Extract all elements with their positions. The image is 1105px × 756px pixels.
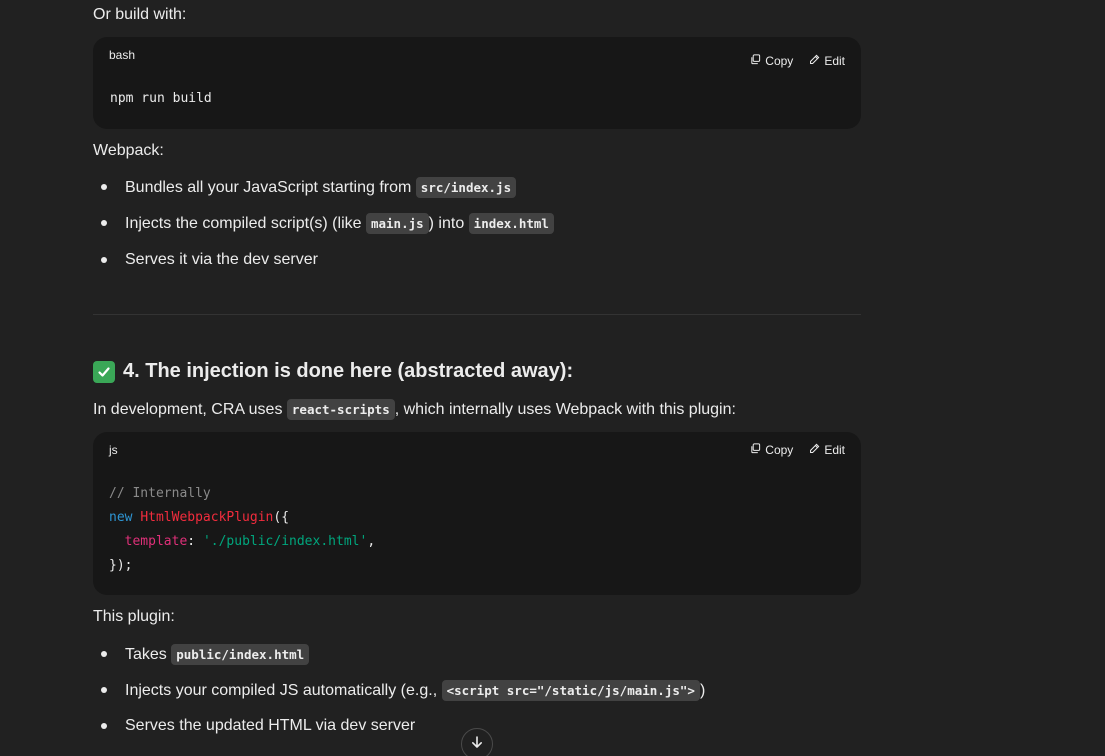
code-actions: Copy Edit xyxy=(750,54,845,68)
code-body: // Internally new HtmlWebpackPlugin({ te… xyxy=(109,482,375,578)
intro-text: In development, CRA uses xyxy=(93,401,287,418)
list-item-text: ) xyxy=(699,682,706,699)
edit-button[interactable]: Edit xyxy=(809,54,845,68)
list-item-text: Serves the updated HTML via dev server xyxy=(125,717,416,734)
list-item: Injects your compiled JS automatically (… xyxy=(125,680,705,701)
list-item-text: Bundles all your JavaScript starting fro… xyxy=(125,179,416,196)
inline-code: <script src="/static/js/main.js"> xyxy=(441,680,700,701)
scroll-to-bottom-button[interactable] xyxy=(461,728,493,756)
bullet xyxy=(101,220,107,226)
copy-label: Copy xyxy=(765,443,794,457)
js-code-block: js Copy Edit // Internally new HtmlWebpa… xyxy=(93,432,861,595)
code-punct: }); xyxy=(109,558,133,573)
bash-code-block: bash Copy Edit npm run build xyxy=(93,37,861,129)
code-punct: ({ xyxy=(273,510,290,525)
bullet xyxy=(101,651,107,657)
arrow-down-icon xyxy=(470,735,484,754)
code-comment: // Internally xyxy=(109,486,211,501)
list-item-text: Takes xyxy=(125,646,172,663)
copy-icon xyxy=(750,54,761,68)
plugin-label: This plugin: xyxy=(93,608,175,625)
inline-code: index.html xyxy=(468,213,554,234)
pencil-icon xyxy=(809,54,820,68)
inline-code: src/index.js xyxy=(415,177,517,198)
list-item-text: Injects the compiled script(s) (like xyxy=(125,215,366,232)
code-language-label: bash xyxy=(109,48,136,62)
chat-page: Or build with: bash Copy Edit npm run bu… xyxy=(0,0,1105,756)
copy-icon xyxy=(750,443,761,457)
list-item: Injects the compiled script(s) (like mai… xyxy=(125,213,554,234)
check-mark-icon xyxy=(93,360,115,383)
inline-code: react-scripts xyxy=(286,399,395,420)
section-divider xyxy=(93,314,861,315)
code-punct: , xyxy=(367,534,376,549)
edit-button[interactable]: Edit xyxy=(809,443,845,457)
code-punct: : xyxy=(187,534,203,549)
copy-button[interactable]: Copy xyxy=(750,443,793,457)
edit-label: Edit xyxy=(824,54,845,68)
copy-label: Copy xyxy=(765,54,794,68)
inline-code: main.js xyxy=(365,213,429,234)
webpack-label: Webpack: xyxy=(93,142,164,159)
section-heading: 4. The injection is done here (abstracte… xyxy=(93,360,573,383)
code-string: './public/index.html' xyxy=(202,534,368,549)
code-actions: Copy Edit xyxy=(750,443,845,457)
code-keyword: new xyxy=(109,510,133,525)
bullet xyxy=(101,723,107,729)
list-item: Takes public/index.html xyxy=(125,644,310,665)
bullet xyxy=(101,184,107,190)
list-item: Serves the updated HTML via dev server xyxy=(125,716,415,736)
inline-code: public/index.html xyxy=(171,644,310,665)
heading-text: 4. The injection is done here (abstracte… xyxy=(123,360,574,382)
pencil-icon xyxy=(809,443,820,457)
code-property: template xyxy=(124,534,188,549)
bullet xyxy=(101,687,107,693)
code-class-name: HtmlWebpackPlugin xyxy=(140,510,274,525)
list-item-text: ) into xyxy=(428,215,469,232)
build-intro-text: Or build with: xyxy=(93,6,187,23)
copy-button[interactable]: Copy xyxy=(750,54,793,68)
list-item-text: Injects your compiled JS automatically (… xyxy=(125,682,442,699)
code-language-label: js xyxy=(109,443,118,457)
list-item-text: Serves it via the dev server xyxy=(125,251,318,268)
intro-text: , which internally uses Webpack with thi… xyxy=(394,401,736,418)
edit-label: Edit xyxy=(824,443,845,457)
bullet xyxy=(101,257,107,263)
code-line: npm run build xyxy=(110,91,212,106)
list-item: Serves it via the dev server xyxy=(125,250,318,270)
cra-intro-text: In development, CRA uses react-scripts, … xyxy=(93,399,736,420)
list-item: Bundles all your JavaScript starting fro… xyxy=(125,177,517,198)
